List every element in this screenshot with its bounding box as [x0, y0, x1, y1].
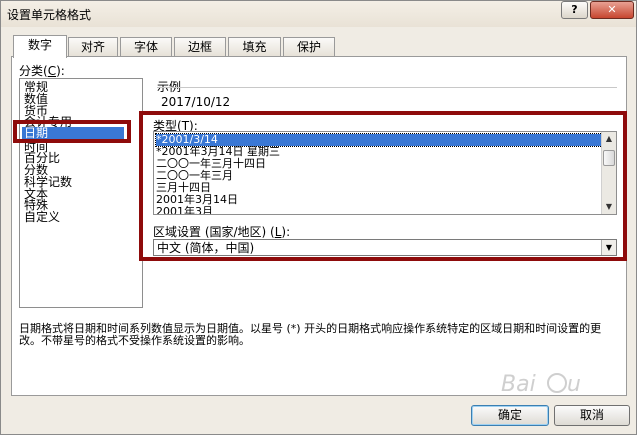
tab-protection[interactable]: 保护 [283, 37, 335, 57]
ok-button[interactable]: 确定 [471, 405, 549, 426]
highlight-date-category [13, 120, 131, 143]
dialog-title: 设置单元格格式 [7, 8, 92, 22]
category-label: 分类(C): [19, 64, 65, 78]
help-button[interactable]: ? [561, 1, 588, 19]
category-list[interactable]: 常规 数值 货币 会计专用 日期 时间 百分比 分数 科学记数 文本 特殊 自定… [19, 78, 143, 308]
sample-box: 2017/10/12 [153, 85, 617, 109]
tab-fill[interactable]: 填充 [228, 37, 281, 57]
sample-divider [157, 87, 617, 88]
tab-alignment[interactable]: 对齐 [68, 37, 118, 57]
title-bar: 设置单元格格式 ? ✕ [1, 1, 636, 27]
close-button[interactable]: ✕ [590, 1, 634, 19]
tab-border[interactable]: 边框 [174, 37, 226, 57]
svg-text:u: u [567, 372, 581, 397]
format-cells-dialog: 设置单元格格式 ? ✕ 数字 对齐 字体 边框 填充 保护 分类(C): 常规 … [0, 0, 637, 435]
category-item-custom[interactable]: 自定义 [24, 211, 60, 224]
tab-font[interactable]: 字体 [120, 37, 172, 57]
tab-number[interactable]: 数字 [13, 35, 67, 58]
format-description: 日期格式将日期和时间系列数值显示为日期值。以星号 (*) 开头的日期格式响应操作… [19, 322, 602, 347]
sample-value: 2017/10/12 [161, 95, 231, 109]
svg-text:Bai: Bai [501, 372, 536, 397]
highlight-type-section [139, 111, 627, 261]
cancel-button[interactable]: 取消 [554, 405, 630, 426]
